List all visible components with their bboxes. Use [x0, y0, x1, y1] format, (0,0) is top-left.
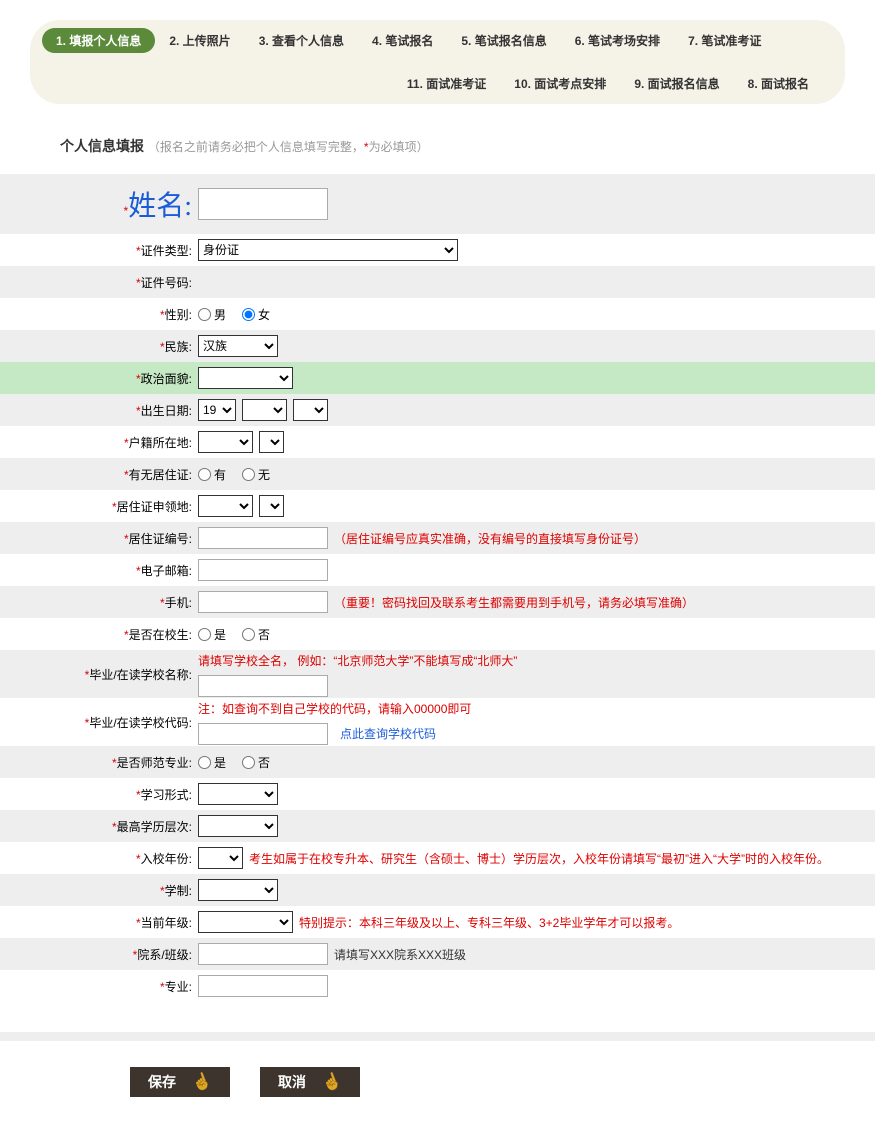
- gender-female[interactable]: 女: [242, 306, 270, 323]
- id-type-select[interactable]: 身份证: [198, 239, 458, 261]
- inschool-no[interactable]: 否: [242, 626, 270, 643]
- row-major: *专业:: [0, 970, 875, 1002]
- resloc-city[interactable]: [259, 495, 284, 517]
- row-id-type: *证件类型: 身份证: [0, 234, 875, 266]
- normal-no[interactable]: 否: [242, 754, 270, 771]
- row-schooling: *学制:: [0, 874, 875, 906]
- ethnic-select[interactable]: 汉族: [198, 335, 278, 357]
- enroll-year-hint: 考生如属于在校专升本、研究生（含硕士、博士）学历层次，入校年份请填写“最初”进入…: [249, 850, 829, 867]
- residence-no-input[interactable]: [198, 527, 328, 549]
- row-ethnic: *民族: 汉族: [0, 330, 875, 362]
- hukou-city[interactable]: [259, 431, 284, 453]
- birth-year[interactable]: 19: [198, 399, 236, 421]
- email-input[interactable]: [198, 559, 328, 581]
- cancel-button[interactable]: 取消 ☝: [260, 1067, 360, 1097]
- row-residence-no: *居住证编号: （居住证编号应真实准确，没有编号的直接填写身份证号）: [0, 522, 875, 554]
- birth-month[interactable]: [242, 399, 287, 421]
- steps-nav: 1. 填报个人信息 2. 上传照片 3. 查看个人信息 4. 笔试报名 5. 笔…: [30, 20, 845, 104]
- resloc-prov[interactable]: [198, 495, 253, 517]
- grade-select[interactable]: [198, 911, 293, 933]
- step-5[interactable]: 5. 笔试报名信息: [447, 28, 560, 53]
- hukou-prov[interactable]: [198, 431, 253, 453]
- phone-input[interactable]: [198, 591, 328, 613]
- step-3[interactable]: 3. 查看个人信息: [245, 28, 358, 53]
- hand-cursor-icon: ☝: [189, 1069, 215, 1095]
- row-political: *政治面貌:: [0, 362, 875, 394]
- step-1[interactable]: 1. 填报个人信息: [42, 28, 155, 53]
- major-input[interactable]: [198, 975, 328, 997]
- normal-yes[interactable]: 是: [198, 754, 226, 771]
- residence-no[interactable]: 无: [242, 466, 270, 483]
- residence-no-hint: （居住证编号应真实准确，没有编号的直接填写身份证号）: [334, 530, 646, 547]
- residence-yes[interactable]: 有: [198, 466, 226, 483]
- dept-class-input[interactable]: [198, 943, 328, 965]
- row-gender: *性别: 男 女: [0, 298, 875, 330]
- grade-hint: 特别提示：本科三年级及以上、专科三年级、3+2毕业学年才可以报考。: [299, 914, 679, 931]
- school-code-hint: 注：如查询不到自己学校的代码，请输入00000即可: [198, 700, 471, 717]
- political-select[interactable]: [198, 367, 293, 389]
- row-enroll-year: *入校年份: 考生如属于在校专升本、研究生（含硕士、博士）学历层次，入校年份请填…: [0, 842, 875, 874]
- row-is-normal: *是否师范专业: 是 否: [0, 746, 875, 778]
- row-in-school: *是否在校生: 是 否: [0, 618, 875, 650]
- step-9[interactable]: 9. 面试报名信息: [620, 71, 733, 96]
- row-email: *电子邮箱:: [0, 554, 875, 586]
- section-title: 个人信息填报 （报名之前请务必把个人信息填写完整，*为必填项）: [0, 124, 875, 168]
- step-6[interactable]: 6. 笔试考场安排: [561, 28, 674, 53]
- name-label: 姓名:: [128, 191, 192, 222]
- school-code-input[interactable]: [198, 723, 328, 745]
- enroll-year-select[interactable]: [198, 847, 243, 869]
- schooling-select[interactable]: [198, 879, 278, 901]
- phone-hint: （重要！密码找回及联系考生都需要用到手机号，请务必填写准确）: [334, 594, 694, 611]
- row-hukou: *户籍所在地:: [0, 426, 875, 458]
- row-id-no: *证件号码:: [0, 266, 875, 298]
- school-code-lookup-link[interactable]: 点此查询学校代码: [340, 725, 436, 742]
- row-school-code: *毕业/在读学校代码: 注：如查询不到自己学校的代码，请输入00000即可 点此…: [0, 698, 875, 746]
- edu-level-select[interactable]: [198, 815, 278, 837]
- step-7[interactable]: 7. 笔试准考证: [674, 28, 775, 53]
- study-form-select[interactable]: [198, 783, 278, 805]
- row-has-residence: *有无居住证: 有 无: [0, 458, 875, 490]
- school-name-hint: 请填写学校全名， 例如：“北京师范大学”不能填写成“北师大”: [198, 652, 517, 669]
- row-study-form: *学习形式:: [0, 778, 875, 810]
- row-phone: *手机: （重要！密码找回及联系考生都需要用到手机号，请务必填写准确）: [0, 586, 875, 618]
- gender-male[interactable]: 男: [198, 306, 226, 323]
- birth-day[interactable]: [293, 399, 328, 421]
- name-input[interactable]: [198, 188, 328, 220]
- separator: [0, 1032, 875, 1041]
- school-name-input[interactable]: [198, 675, 328, 697]
- row-name: *姓名:: [0, 174, 875, 234]
- step-4[interactable]: 4. 笔试报名: [358, 28, 447, 53]
- row-dept-class: *院系/班级: 请填写XXX院系XXX班级: [0, 938, 875, 970]
- hand-cursor-icon: ☝: [319, 1069, 345, 1095]
- row-school-name: *毕业/在读学校名称: 请填写学校全名， 例如：“北京师范大学”不能填写成“北师…: [0, 650, 875, 698]
- step-10[interactable]: 10. 面试考点安排: [500, 71, 620, 96]
- row-grade: *当前年级: 特别提示：本科三年级及以上、专科三年级、3+2毕业学年才可以报考。: [0, 906, 875, 938]
- save-button[interactable]: 保存 ☝: [130, 1067, 230, 1097]
- step-8[interactable]: 8. 面试报名: [734, 71, 823, 96]
- dept-class-hint: 请填写XXX院系XXX班级: [334, 946, 466, 963]
- row-birth: *出生日期: 19: [0, 394, 875, 426]
- row-edu-level: *最高学历层次:: [0, 810, 875, 842]
- inschool-yes[interactable]: 是: [198, 626, 226, 643]
- row-residence-loc: *居住证申领地:: [0, 490, 875, 522]
- step-11[interactable]: 11. 面试准考证: [393, 71, 500, 96]
- step-2[interactable]: 2. 上传照片: [155, 28, 244, 53]
